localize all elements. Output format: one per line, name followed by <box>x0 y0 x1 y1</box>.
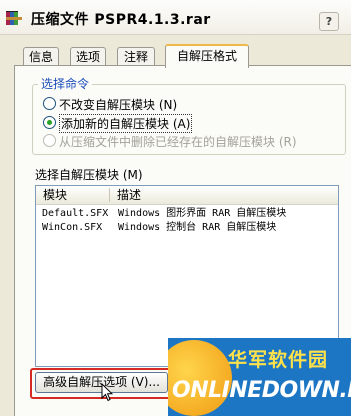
radio-label: 不改变自解压模块 (N) <box>59 98 178 112</box>
tab-options[interactable]: 选项 <box>70 47 106 67</box>
column-header-description[interactable]: 描述 <box>110 186 317 204</box>
radio-button-disabled <box>43 134 56 147</box>
watermark-en-text: ONLINEDOWN.NET <box>172 378 351 403</box>
tab-info[interactable]: 信息 <box>23 47 59 67</box>
module-description: Windows 控制台 RAR 自解压模块 <box>118 222 277 233</box>
list-header: 模块 描述 <box>36 186 338 205</box>
module-name: Default.SFX <box>42 208 109 219</box>
radio-button-checked[interactable] <box>43 116 56 129</box>
module-description: Windows 图形界面 RAR 自解压模块 <box>118 208 287 219</box>
module-list-label: 选择自解压模块 (M) <box>35 168 143 182</box>
watermark-cn-text: 华军软件园 <box>228 349 329 371</box>
tab-comment[interactable]: 注释 <box>117 47 155 67</box>
mouse-pointer-icon <box>101 383 113 402</box>
title-bar[interactable]: 压缩文件 PSPR4.1.3.rar ? <box>0 0 351 35</box>
radio-label: 添加新的自解压模块 (A) <box>59 114 193 133</box>
window-title: 压缩文件 PSPR4.1.3.rar <box>31 12 211 28</box>
list-row[interactable]: Default.SFX Windows 图形界面 RAR 自解压模块 <box>36 207 338 221</box>
tab-strip: 信息 选项 注释 自解压格式 <box>14 44 344 68</box>
column-header-module[interactable]: 模块 <box>36 186 115 204</box>
list-row[interactable]: WinCon.SFX Windows 控制台 RAR 自解压模块 <box>36 221 338 235</box>
radio-button[interactable] <box>43 97 56 110</box>
command-group-title: 选择命令 <box>38 75 93 92</box>
watermark-logo: 华军软件园 ONLINEDOWN.NET <box>168 338 351 416</box>
tab-sfx[interactable]: 自解压格式 <box>165 44 249 68</box>
properties-window: 压缩文件 PSPR4.1.3.rar ? 信息 选项 注释 自解压格式 选择命令… <box>0 0 351 416</box>
winrar-books-icon <box>6 11 22 25</box>
radio-label: 从压缩文件中删除已经存在的自解压模块 (R) <box>59 135 297 149</box>
help-button[interactable]: ? <box>319 12 339 31</box>
module-name: WinCon.SFX <box>42 222 103 233</box>
